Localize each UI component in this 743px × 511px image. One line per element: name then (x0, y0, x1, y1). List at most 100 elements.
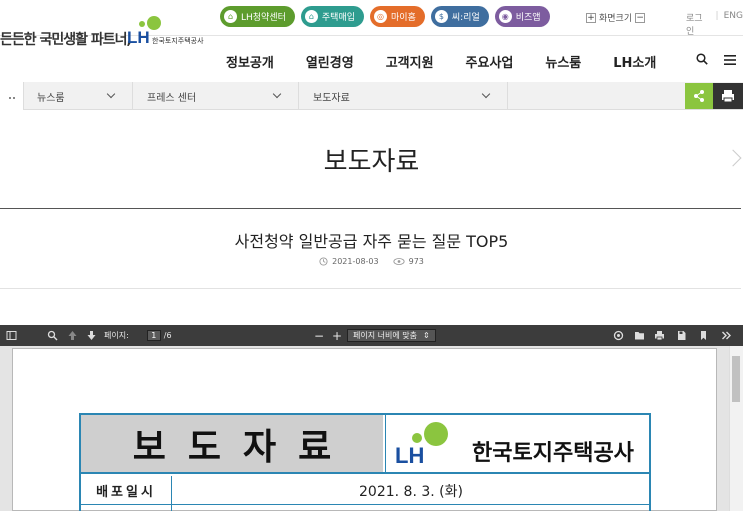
home-buy-icon: ⌂ (304, 10, 318, 23)
quick-link-label: 비즈앱 (515, 13, 541, 23)
quick-link-myhome[interactable]: ◎ 마이홈 (370, 6, 425, 27)
eng-link[interactable]: ENG (724, 11, 743, 37)
quick-link-housing-purchase[interactable]: ⌂ 주택매입 (300, 6, 365, 27)
nav-item-business[interactable]: 주요사업 (466, 52, 514, 71)
search-icon[interactable] (696, 53, 708, 65)
double-chevron-right-icon (722, 331, 731, 340)
pdf-scroll-thumb[interactable] (732, 356, 740, 402)
login-link[interactable]: 로그인 (686, 11, 711, 37)
title-divider (0, 208, 741, 209)
document-divider (79, 472, 651, 474)
nav-item-newsroom[interactable]: 뉴스룸 (545, 52, 581, 71)
zoom-in-button[interactable]: + (332, 325, 342, 346)
select-arrows-icon: ⇕ (422, 331, 430, 340)
print-icon (722, 90, 734, 103)
biz-app-icon: ◉ (498, 10, 512, 23)
bookmark-icon (701, 331, 706, 340)
page-title: 보도자료 (323, 147, 420, 177)
utility-divider: | (715, 11, 719, 21)
quick-link-cireal[interactable]: $ 씨:리얼 (430, 6, 489, 27)
document-logo: LH 한국토지주택공사 (385, 415, 649, 472)
save-icon (678, 331, 686, 340)
font-increase-button[interactable]: + (586, 12, 596, 23)
home-icon (9, 97, 15, 99)
share-button[interactable] (685, 83, 713, 109)
document-company-name: 한국토지주택공사 (472, 441, 634, 466)
quick-link-label: 씨:리얼 (451, 13, 480, 23)
header-slogan: 든든한 국민생활 파트너, (0, 32, 132, 48)
sidebar-toggle-icon (6, 331, 17, 340)
logo-dot-small (412, 433, 422, 443)
nav-item-about[interactable]: LH소개 (613, 52, 656, 71)
article-meta: 2021-08-03 973 (0, 257, 743, 266)
presentation-icon (613, 330, 624, 341)
folder-icon (635, 332, 644, 340)
bookmark-button[interactable] (698, 325, 709, 346)
print-pdf-button[interactable] (654, 325, 665, 346)
article-title: 사전청약 일반공급 자주 묻는 질문 TOP5 (234, 232, 509, 251)
my-home-icon: ◎ (374, 10, 388, 23)
clock-icon (319, 257, 328, 266)
house-icon: ⌂ (224, 10, 237, 23)
quick-link-label: 주택매입 (321, 13, 356, 23)
arrow-up-icon (68, 331, 77, 340)
quick-link-cheongyak[interactable]: ⌂ LH청약센터 (220, 6, 295, 27)
document-logo-text: LH (395, 443, 425, 468)
location-depth-1[interactable]: 뉴스룸 (24, 82, 133, 110)
menu-icon[interactable] (724, 55, 736, 65)
chevron-down-icon (106, 89, 116, 99)
page-label: 페이지: (104, 331, 129, 340)
search-icon (47, 330, 58, 341)
meta-divider (0, 288, 741, 289)
print-button[interactable] (713, 83, 743, 109)
release-date-value: 2021. 8. 3. (화) (359, 483, 463, 500)
logo-text: LH (127, 28, 150, 47)
pdf-toolbar: 페이지: 1 /6 − + 페이지 너비에 맞춤 ⇕ (0, 325, 743, 346)
nav-item-info[interactable]: 정보공개 (226, 52, 274, 71)
home-button[interactable] (0, 82, 24, 110)
quick-link-label: LH청약센터 (241, 13, 286, 23)
eye-icon (393, 258, 405, 265)
font-size-label: 화면크기 (599, 14, 633, 24)
location-label: 뉴스룸 (37, 92, 65, 104)
next-page-button[interactable] (86, 325, 97, 346)
font-decrease-button[interactable]: − (635, 12, 646, 23)
logo-dot-small (139, 21, 145, 27)
prev-page-button[interactable] (67, 325, 78, 346)
real-estate-icon: $ (434, 10, 448, 23)
logo-subtext: 한국토지주택공사 (152, 37, 204, 45)
share-icon (694, 90, 704, 102)
open-file-button[interactable] (634, 325, 645, 346)
logo-dot-large (424, 422, 448, 446)
zoom-out-button[interactable]: − (314, 325, 324, 346)
location-depth-2[interactable]: 프레스 센터 (133, 82, 299, 110)
location-label: 프레스 센터 (147, 92, 197, 104)
views-value: 973 (408, 257, 424, 266)
quick-links: ⌂ LH청약센터 ⌂ 주택매입 ◎ 마이홈 $ 씨:리얼 ◉ 비즈앱 (220, 6, 550, 27)
find-button[interactable] (47, 325, 58, 346)
quick-link-bizapp[interactable]: ◉ 비즈앱 (494, 6, 550, 27)
press-release-title: 보도자료 (81, 415, 383, 472)
location-label: 보도자료 (313, 92, 350, 104)
article-views: 973 (393, 257, 424, 266)
location-depth-3[interactable]: 보도자료 (299, 82, 508, 110)
page-total: /6 (163, 331, 172, 340)
page-number-input[interactable]: 1 (146, 330, 161, 341)
chevron-down-icon (481, 89, 491, 99)
nav-item-management[interactable]: 열린경영 (306, 52, 354, 71)
tools-button[interactable] (721, 325, 732, 346)
zoom-select[interactable]: 페이지 너비에 맞춤 ⇕ (347, 325, 436, 346)
lh-logo[interactable]: LH 한국토지주택공사 (127, 15, 204, 47)
arrow-down-icon (87, 331, 96, 340)
release-date-label: 배포일시 (96, 485, 156, 500)
font-size-control: + 화면크기 − (586, 11, 646, 24)
nav-item-support[interactable]: 고객지원 (386, 52, 434, 71)
presentation-button[interactable] (613, 325, 624, 346)
download-button[interactable] (676, 325, 687, 346)
article-date: 2021-08-03 (319, 257, 379, 266)
date-value: 2021-08-03 (332, 257, 379, 266)
chevron-down-icon (272, 89, 282, 99)
sidebar-toggle[interactable] (6, 325, 17, 346)
zoom-value: 페이지 너비에 맞춤 (353, 331, 417, 340)
main-nav: 정보공개 열린경영 고객지원 주요사업 뉴스룸 LH소개 (226, 52, 688, 71)
